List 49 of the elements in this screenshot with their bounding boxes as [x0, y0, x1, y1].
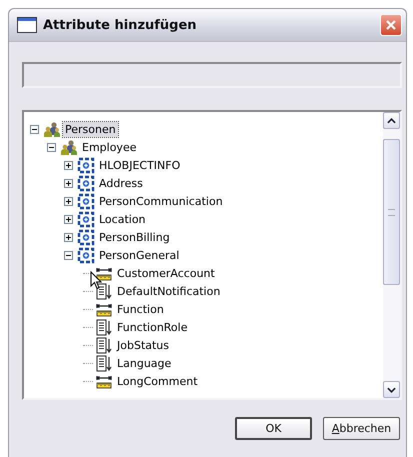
scroll-thumb[interactable] — [383, 139, 400, 285]
expand-icon[interactable] — [64, 232, 73, 242]
class-icon — [77, 210, 95, 228]
tree-item[interactable]: Personen — [63, 122, 118, 136]
close-button[interactable] — [380, 14, 402, 36]
tree-item[interactable]: HLOBJECTINFO — [97, 158, 182, 172]
collapse-icon[interactable] — [47, 142, 56, 152]
caret-up-icon — [387, 118, 396, 124]
collapse-icon[interactable] — [30, 124, 39, 134]
expand-icon[interactable] — [64, 196, 73, 206]
close-icon — [385, 19, 397, 31]
class-icon — [77, 156, 95, 174]
caret-down-icon — [387, 386, 396, 392]
tree-item[interactable]: Language — [115, 356, 174, 370]
tree-item[interactable]: Location — [97, 212, 148, 226]
window-title: Attribute hinzufügen — [43, 18, 198, 32]
tree-item[interactable]: PersonCommunication — [97, 194, 225, 208]
tree-item[interactable]: DefaultNotification — [115, 284, 222, 298]
tree-item[interactable]: PersonGeneral — [97, 248, 182, 262]
expand-icon[interactable] — [64, 178, 73, 188]
class-icon — [77, 192, 95, 210]
mouse-pointer-icon — [90, 271, 102, 290]
scroll-up-button[interactable] — [383, 112, 400, 129]
document-icon — [95, 354, 113, 372]
tree-item[interactable]: Address — [97, 176, 145, 190]
document-icon — [95, 336, 113, 354]
tree-item[interactable]: CustomerAccount — [115, 266, 217, 280]
tree-item[interactable]: FunctionRole — [115, 320, 190, 334]
document-icon — [95, 282, 113, 300]
expand-icon[interactable] — [64, 160, 73, 170]
people-icon — [43, 120, 61, 138]
tree-item[interactable]: LongComment — [115, 374, 200, 388]
scroll-down-button[interactable] — [383, 381, 400, 398]
dialog-button[interactable]: OK — [235, 417, 312, 440]
expand-icon[interactable] — [64, 214, 73, 224]
window-icon — [17, 17, 37, 33]
document-icon — [95, 318, 113, 336]
dialog-button[interactable]: Abbrechen — [323, 417, 400, 440]
class-icon — [77, 174, 95, 192]
collapse-icon[interactable] — [64, 250, 73, 260]
class-icon — [77, 246, 95, 264]
path-field[interactable] — [22, 62, 402, 88]
people-icon — [60, 138, 78, 156]
tree-item[interactable]: JobStatus — [115, 338, 172, 352]
tree-item[interactable]: Employee — [80, 140, 138, 154]
scrollbar[interactable] — [383, 112, 400, 398]
tree-item[interactable]: PersonBilling — [97, 230, 172, 244]
tree-item[interactable]: Function — [115, 302, 166, 316]
class-icon — [77, 228, 95, 246]
